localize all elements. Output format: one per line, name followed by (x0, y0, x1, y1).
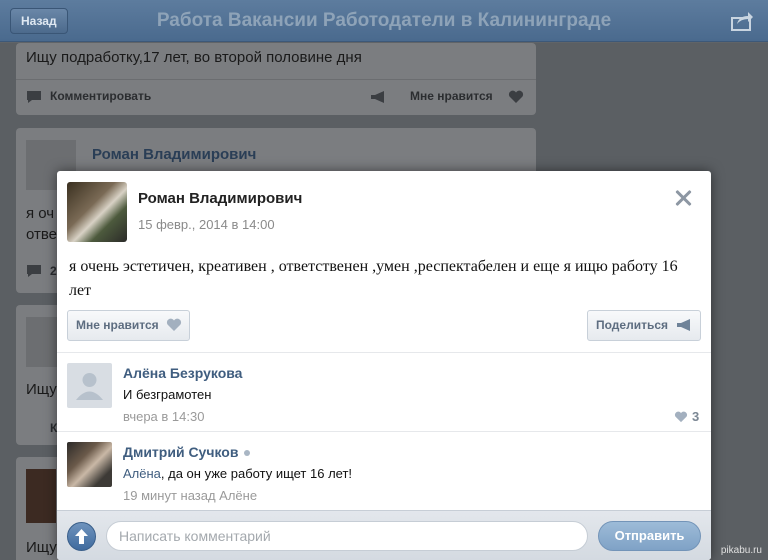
top-navbar: Назад Работа Вакансии Работодатели в Кал… (0, 0, 768, 42)
feed-post-text: Ищу подработку,17 лет, во второй половин… (26, 49, 362, 66)
megaphone-icon (677, 319, 690, 331)
heart-icon (166, 318, 182, 331)
share-icon[interactable] (730, 10, 754, 32)
avatar[interactable] (67, 442, 112, 487)
reply-mention[interactable]: Алёна (123, 466, 161, 481)
comment-item: Алёна Безрукова И безграмотен вчера в 14… (57, 353, 711, 431)
comment-like-count: 3 (692, 409, 700, 424)
avatar (26, 469, 56, 523)
feed-post: Ищу подработку,17 лет, во второй половин… (16, 43, 536, 115)
avatar[interactable] (67, 363, 112, 408)
comment-time: 19 минут назад Алёне (123, 488, 258, 503)
comment-icon[interactable] (26, 90, 42, 104)
comment-button[interactable]: Комментировать (50, 89, 151, 103)
post-modal: Роман Владимирович 15 февр., 2014 в 14:0… (57, 171, 711, 560)
post-text: я очень эстетичен, креативен , ответстве… (69, 258, 678, 299)
feed-post-actions: Комментировать Мне нравится (16, 79, 536, 113)
feed-post-author: Роман Владимирович (92, 146, 257, 163)
page-title: Работа Вакансии Работодатели в Калинингр… (156, 10, 612, 31)
feed-post-text: Ищу (26, 539, 57, 556)
author-avatar[interactable] (67, 182, 127, 242)
like-button[interactable]: Мне нравится (67, 310, 190, 341)
comment-composer: Отправить (57, 510, 711, 560)
attach-button[interactable] (67, 522, 96, 551)
comment-count: 2 (50, 264, 57, 278)
comment-time: вчера в 14:30 (123, 409, 205, 424)
arrow-up-icon (75, 529, 88, 544)
post-date: 15 февр., 2014 в 14:00 (138, 217, 275, 232)
post-author[interactable]: Роман Владимирович (138, 190, 302, 207)
share-label: Поделиться (596, 318, 669, 332)
comment-author[interactable]: Дмитрий Сучков (123, 444, 251, 460)
like-button[interactable]: Мне нравится (410, 89, 493, 103)
comment-input[interactable] (106, 521, 588, 551)
feed-post-text: я оч (26, 205, 55, 222)
megaphone-icon[interactable] (370, 90, 386, 104)
heart-icon[interactable] (508, 90, 524, 104)
comment-text: И безграмотен (123, 387, 212, 402)
comment-icon[interactable] (26, 264, 42, 278)
user-placeholder-icon (76, 373, 103, 400)
like-label: Мне нравится (76, 318, 159, 332)
comment-text: Алёна, да он уже работу ищет 16 лет! (123, 466, 352, 481)
comment-text-body: , да он уже работу ищет 16 лет! (160, 466, 353, 481)
close-icon[interactable] (673, 188, 693, 208)
watermark: pikabu.ru (720, 545, 762, 556)
feed-post-text: Ищу (26, 381, 57, 398)
feed-post-text: отве (26, 226, 58, 243)
comment-item: Дмитрий Сучков Алёна, да он уже работу и… (57, 432, 711, 510)
comment-author[interactable]: Алёна Безрукова (123, 365, 242, 381)
comment-author-name: Дмитрий Сучков (123, 444, 239, 460)
share-button[interactable]: Поделиться (587, 310, 701, 341)
heart-icon[interactable] (674, 411, 688, 423)
online-status-icon (244, 450, 251, 457)
send-button[interactable]: Отправить (598, 521, 701, 551)
